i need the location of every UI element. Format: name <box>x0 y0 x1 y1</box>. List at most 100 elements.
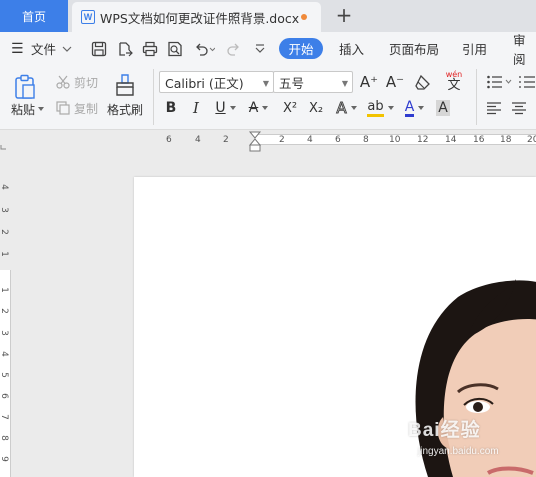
superscript-button[interactable]: X² <box>279 98 301 118</box>
save-icon[interactable] <box>91 32 107 65</box>
new-tab-button[interactable]: + <box>333 3 355 27</box>
ruler-tick: 16 <box>473 135 485 145</box>
ruler-tick: 12 <box>417 135 429 145</box>
undo-icon[interactable] <box>193 32 215 65</box>
ruler-tick: 5 <box>0 372 9 378</box>
tab-document[interactable]: W WPS文档如何更改证件照背景.docx <box>72 2 321 32</box>
subscript-icon: X₂ <box>308 100 324 116</box>
watermark-url-text: jingyan.baidu.com <box>418 446 499 457</box>
format-painter-icon[interactable] <box>113 72 137 98</box>
format-painter-label: 格式刷 <box>106 102 143 117</box>
tab-review-label: 审阅 <box>513 32 526 67</box>
indent-marker-icon[interactable] <box>248 131 262 153</box>
font-name-caret-icon: ▼ <box>262 79 269 88</box>
char-shading-button[interactable]: A <box>434 98 452 118</box>
strikethrough-button[interactable]: A <box>245 98 273 118</box>
baidu-watermark-url: jingyan.baidu.com <box>418 446 499 457</box>
numbered-list-icon[interactable] <box>518 73 536 91</box>
subscript-button[interactable]: X₂ <box>305 98 327 118</box>
ruler-tick: 7 <box>0 414 9 420</box>
highlight-button[interactable]: ab <box>366 98 396 118</box>
italic-button[interactable]: I <box>187 98 205 118</box>
ruler-tick: 2 <box>0 308 9 314</box>
grow-font-icon: A⁺ <box>359 73 379 91</box>
more-quick-actions-icon[interactable] <box>254 32 266 65</box>
ruler-tick: 6 <box>0 393 9 399</box>
copy-label: 复制 <box>73 101 98 116</box>
highlight-icon: ab <box>367 99 384 117</box>
format-painter-button[interactable]: 格式刷 <box>104 101 146 117</box>
tab-page-layout-label: 页面布局 <box>389 42 440 57</box>
underline-dropdown-icon <box>229 106 236 110</box>
ruler-tick: 9 <box>0 456 9 462</box>
hamburger-menu-icon[interactable]: ☰ <box>11 32 24 65</box>
ruler-tick: 8 <box>363 135 369 145</box>
redo-icon[interactable] <box>226 32 242 65</box>
ruler-tick: 2 <box>0 229 9 235</box>
tab-insert[interactable]: 插入 <box>339 32 364 65</box>
font-color-button[interactable]: A <box>400 98 430 118</box>
ruler-tick: 3 <box>0 207 9 213</box>
bold-button[interactable]: B <box>162 98 180 118</box>
ruler-tick: 6 <box>335 135 341 145</box>
tab-home-ribbon[interactable]: 开始 <box>279 38 323 59</box>
ruler-tick: 2 <box>279 135 285 145</box>
shrink-font-icon: A⁻ <box>385 73 405 91</box>
wps-writer-icon: W <box>81 10 95 24</box>
align-left-icon[interactable] <box>485 99 503 117</box>
tab-page-layout[interactable]: 页面布局 <box>389 32 439 65</box>
grow-font-button[interactable]: A⁺ <box>359 71 379 93</box>
font-size-caret-icon: ▼ <box>341 79 348 88</box>
print-preview-icon[interactable] <box>167 32 183 65</box>
pinyin-icon: 文 <box>447 78 461 93</box>
font-size-select[interactable]: 五号 ▼ <box>273 71 353 93</box>
ruler-tick: 4 <box>307 135 313 145</box>
shrink-font-button[interactable]: A⁻ <box>385 71 405 93</box>
paste-icon[interactable] <box>12 73 38 101</box>
ruler-tick: 1 <box>0 287 9 293</box>
ruler-tick: 8 <box>0 435 9 441</box>
watermark-brand: Bai经验 <box>408 420 481 441</box>
char-shading-icon: A <box>436 100 450 116</box>
ruler-tick: 20 <box>527 135 536 145</box>
document-title: WPS文档如何更改证件照背景.docx <box>100 10 300 26</box>
clear-format-icon[interactable] <box>412 71 434 93</box>
unsaved-indicator-icon <box>301 14 307 20</box>
font-name-select[interactable]: Calibri (正文) ▼ <box>159 71 274 93</box>
text-effect-dropdown-icon <box>350 106 357 110</box>
file-menu-button[interactable]: 文件 <box>31 32 72 65</box>
italic-icon: I <box>193 99 199 117</box>
hamburger-glyph: ☰ <box>11 40 24 57</box>
text-effect-button[interactable]: A <box>333 98 361 118</box>
copy-button[interactable]: 复制 <box>53 100 101 116</box>
copy-icon <box>56 101 70 115</box>
superscript-icon: X² <box>282 100 298 116</box>
file-menu-label: 文件 <box>31 42 57 57</box>
ruler-tick: 3 <box>0 330 9 336</box>
tab-review[interactable]: 审阅 <box>513 32 536 67</box>
underline-button[interactable]: U <box>210 98 242 118</box>
tab-home-ribbon-label: 开始 <box>288 42 314 57</box>
menu-bar: ☰ 文件 插入 页面布局 引用 审阅 <box>0 32 536 67</box>
tab-insert-label: 插入 <box>339 42 365 57</box>
text-effect-icon: A <box>336 99 347 118</box>
tab-home[interactable]: 首页 <box>0 0 68 32</box>
paste-button[interactable]: 粘贴 <box>8 101 48 117</box>
pinyin-guide-button[interactable]: wén 文 <box>440 69 468 93</box>
font-color-icon: A <box>404 98 415 117</box>
print-icon[interactable] <box>142 32 158 65</box>
cut-button[interactable]: 剪切 <box>53 74 101 90</box>
export-icon[interactable] <box>117 32 133 65</box>
bullet-list-icon[interactable] <box>485 73 513 91</box>
ruler-tick: 4 <box>0 351 9 357</box>
ruler-tick: 18 <box>500 135 512 145</box>
toolbar-divider <box>153 69 154 125</box>
tab-home-label: 首页 <box>21 9 46 24</box>
tab-references[interactable]: 引用 <box>462 32 487 65</box>
strikethrough-icon: A <box>248 100 259 116</box>
toolbar-divider <box>476 69 477 125</box>
tab-references-label: 引用 <box>462 42 488 57</box>
ruler-tick: 10 <box>389 135 401 145</box>
align-center-icon[interactable] <box>510 99 528 117</box>
bold-icon: B <box>165 100 177 116</box>
